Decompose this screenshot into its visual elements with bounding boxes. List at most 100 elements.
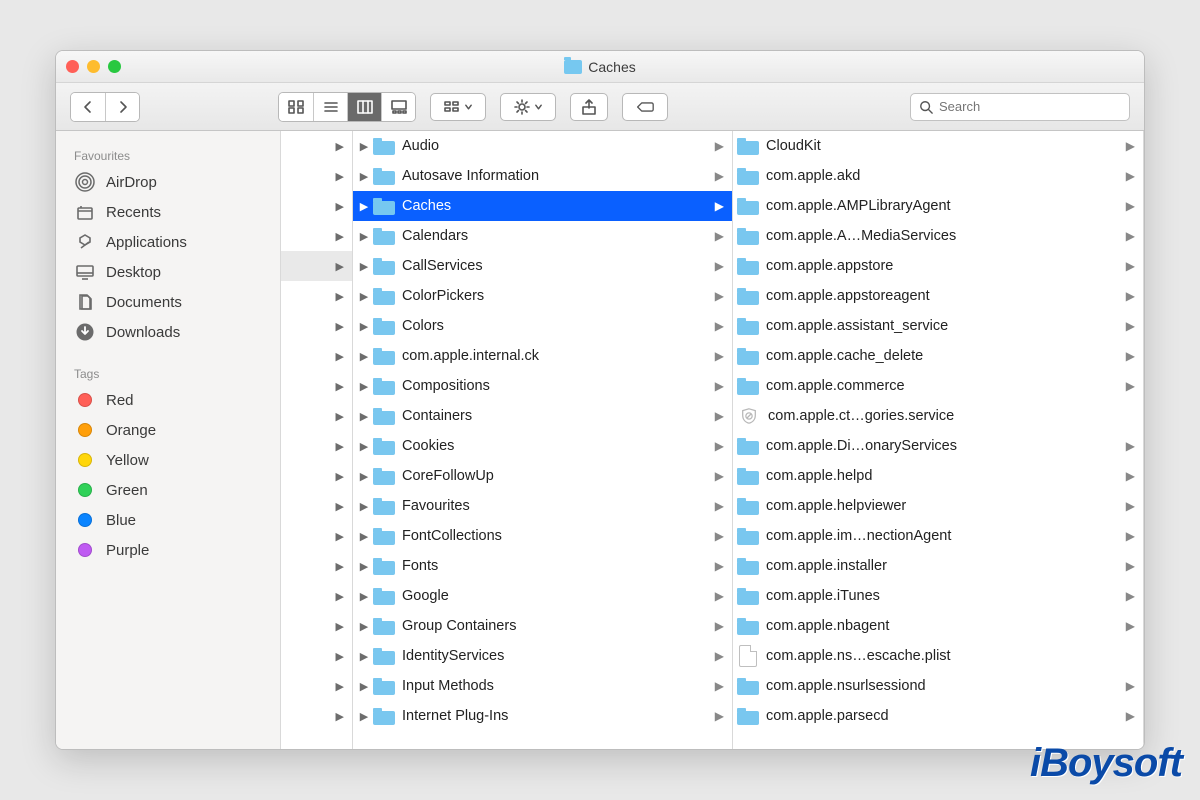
parent-row[interactable]: ▶ xyxy=(281,221,352,251)
list-item[interactable]: com.apple.ns…escache.plist xyxy=(733,641,1143,671)
list-item[interactable]: com.apple.ct…gories.service xyxy=(733,401,1143,431)
list-item[interactable]: com.apple.nsurlsessiond▶ xyxy=(733,671,1143,701)
list-item[interactable]: ▶com.apple.internal.ck▶ xyxy=(353,341,732,371)
list-item[interactable]: com.apple.helpviewer▶ xyxy=(733,491,1143,521)
forward-button[interactable] xyxy=(105,93,139,121)
sidebar-tag-orange[interactable]: Orange xyxy=(56,415,280,445)
shield-icon xyxy=(739,406,759,426)
column-library[interactable]: ▶Audio▶▶Autosave Information▶▶Caches▶▶Ca… xyxy=(353,131,733,749)
icon-view-button[interactable] xyxy=(279,93,313,121)
sidebar-tag-red[interactable]: Red xyxy=(56,385,280,415)
sidebar-item-applications[interactable]: Applications xyxy=(56,227,280,257)
list-item[interactable]: ▶CallServices▶ xyxy=(353,251,732,281)
list-item[interactable]: com.apple.Di…onaryServices▶ xyxy=(733,431,1143,461)
list-item[interactable]: com.apple.akd▶ xyxy=(733,161,1143,191)
list-item[interactable]: ▶Caches▶ xyxy=(353,191,732,221)
expand-icon: ▶ xyxy=(357,260,371,273)
action-button[interactable] xyxy=(500,93,556,121)
parent-row[interactable]: ▶ xyxy=(281,191,352,221)
sidebar-tag-green[interactable]: Green xyxy=(56,475,280,505)
folder-icon xyxy=(373,258,395,275)
list-item[interactable]: com.apple.A…MediaServices▶ xyxy=(733,221,1143,251)
sidebar-item-downloads[interactable]: Downloads xyxy=(56,317,280,347)
list-item[interactable]: com.apple.parsecd▶ xyxy=(733,701,1143,731)
parent-row[interactable]: ▶ xyxy=(281,131,352,161)
parent-row[interactable]: ▶ xyxy=(281,671,352,701)
list-item[interactable]: ▶Cookies▶ xyxy=(353,431,732,461)
list-item[interactable]: ▶ColorPickers▶ xyxy=(353,281,732,311)
list-item[interactable]: ▶Audio▶ xyxy=(353,131,732,161)
parent-row[interactable]: ▶ xyxy=(281,341,352,371)
parent-row[interactable]: ▶ xyxy=(281,431,352,461)
list-item[interactable]: ▶IdentityServices▶ xyxy=(353,641,732,671)
list-item[interactable]: com.apple.im…nectionAgent▶ xyxy=(733,521,1143,551)
sidebar-item-airdrop[interactable]: AirDrop xyxy=(56,167,280,197)
list-item[interactable]: ▶Autosave Information▶ xyxy=(353,161,732,191)
parent-row[interactable]: ▶ xyxy=(281,611,352,641)
list-item[interactable]: ▶Input Methods▶ xyxy=(353,671,732,701)
sidebar-item-documents[interactable]: Documents xyxy=(56,287,280,317)
list-item[interactable]: ▶Fonts▶ xyxy=(353,551,732,581)
list-item[interactable]: ▶Colors▶ xyxy=(353,311,732,341)
minimize-button[interactable] xyxy=(87,60,100,73)
list-item[interactable]: com.apple.commerce▶ xyxy=(733,371,1143,401)
list-item[interactable]: ▶CoreFollowUp▶ xyxy=(353,461,732,491)
parent-row[interactable]: ▶ xyxy=(281,461,352,491)
column-caches[interactable]: CloudKit▶com.apple.akd▶com.apple.AMPLibr… xyxy=(733,131,1144,749)
sidebar-tag-yellow[interactable]: Yellow xyxy=(56,445,280,475)
gallery-view-button[interactable] xyxy=(381,93,415,121)
list-item[interactable]: com.apple.cache_delete▶ xyxy=(733,341,1143,371)
list-item[interactable]: ▶FontCollections▶ xyxy=(353,521,732,551)
column-parent[interactable]: ▶▶▶▶▶▶▶▶▶▶▶▶▶▶▶▶▶▶▶▶ xyxy=(281,131,353,749)
tag-dot-icon xyxy=(78,543,92,557)
column-view-button[interactable] xyxy=(347,93,381,121)
list-item[interactable]: ▶Google▶ xyxy=(353,581,732,611)
airdrop-icon xyxy=(74,172,96,192)
parent-row[interactable]: ▶ xyxy=(281,521,352,551)
parent-row[interactable]: ▶ xyxy=(281,641,352,671)
list-item[interactable]: CloudKit▶ xyxy=(733,131,1143,161)
share-button[interactable] xyxy=(570,93,608,121)
list-item[interactable]: com.apple.AMPLibraryAgent▶ xyxy=(733,191,1143,221)
expand-icon: ▶ xyxy=(357,320,371,333)
folder-icon xyxy=(737,588,759,605)
list-item[interactable]: ▶Internet Plug-Ins▶ xyxy=(353,701,732,731)
zoom-button[interactable] xyxy=(108,60,121,73)
list-item[interactable]: com.apple.iTunes▶ xyxy=(733,581,1143,611)
list-item[interactable]: ▶Calendars▶ xyxy=(353,221,732,251)
sidebar-item-label: Applications xyxy=(106,234,187,251)
list-item[interactable]: ▶Containers▶ xyxy=(353,401,732,431)
back-button[interactable] xyxy=(71,93,105,121)
close-button[interactable] xyxy=(66,60,79,73)
list-item[interactable]: ▶Group Containers▶ xyxy=(353,611,732,641)
list-item[interactable]: ▶Compositions▶ xyxy=(353,371,732,401)
search-input[interactable] xyxy=(939,99,1121,114)
sidebar-tag-blue[interactable]: Blue xyxy=(56,505,280,535)
parent-row[interactable]: ▶ xyxy=(281,311,352,341)
tags-button[interactable] xyxy=(622,93,668,121)
parent-row[interactable]: ▶ xyxy=(281,581,352,611)
list-item[interactable]: com.apple.installer▶ xyxy=(733,551,1143,581)
parent-row[interactable]: ▶ xyxy=(281,371,352,401)
list-item[interactable]: com.apple.assistant_service▶ xyxy=(733,311,1143,341)
list-view-button[interactable] xyxy=(313,93,347,121)
parent-row[interactable]: ▶ xyxy=(281,551,352,581)
list-item[interactable]: ▶Favourites▶ xyxy=(353,491,732,521)
parent-row[interactable]: ▶ xyxy=(281,701,352,731)
list-item[interactable]: com.apple.appstore▶ xyxy=(733,251,1143,281)
search-field[interactable] xyxy=(910,93,1130,121)
list-item[interactable]: com.apple.helpd▶ xyxy=(733,461,1143,491)
list-item[interactable]: com.apple.nbagent▶ xyxy=(733,611,1143,641)
parent-row[interactable]: ▶ xyxy=(281,491,352,521)
parent-row[interactable]: ▶ xyxy=(281,401,352,431)
parent-row[interactable]: ▶ xyxy=(281,161,352,191)
parent-row[interactable]: ▶ xyxy=(281,281,352,311)
sidebar-tag-purple[interactable]: Purple xyxy=(56,535,280,565)
group-button[interactable] xyxy=(430,93,486,121)
sidebar-item-recents[interactable]: Recents xyxy=(56,197,280,227)
item-label: com.apple.iTunes xyxy=(766,588,1122,604)
list-item[interactable]: com.apple.appstoreagent▶ xyxy=(733,281,1143,311)
chevron-right-icon: ▶ xyxy=(1126,469,1135,483)
sidebar-item-desktop[interactable]: Desktop xyxy=(56,257,280,287)
parent-row[interactable]: ▶ xyxy=(281,251,352,281)
